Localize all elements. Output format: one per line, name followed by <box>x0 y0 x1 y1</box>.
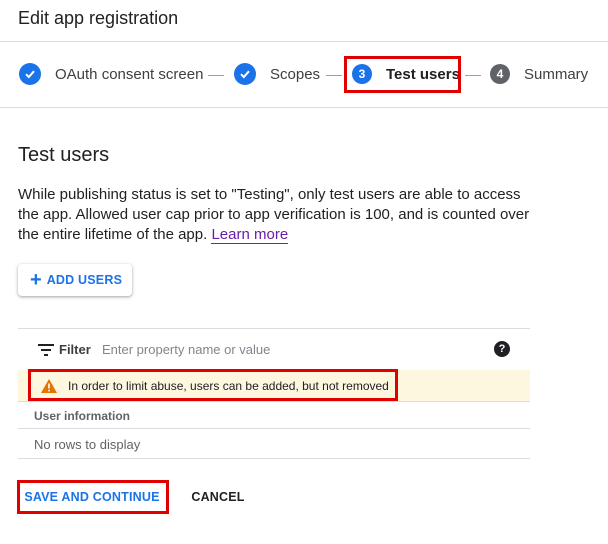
empty-message: No rows to display <box>34 437 141 452</box>
learn-more-link[interactable]: Learn more <box>211 226 289 244</box>
filter-input[interactable] <box>102 339 482 359</box>
stepper: OAuth consent screen Scopes 3 Test users… <box>0 43 608 108</box>
step-divider <box>208 75 224 76</box>
highlight-box <box>344 56 461 93</box>
filter-label: Filter <box>59 342 91 357</box>
table-column-header[interactable]: User information <box>18 401 530 429</box>
section-title: Test users <box>18 144 110 166</box>
step-label: OAuth consent screen <box>55 65 204 83</box>
filter-bar: Filter ? <box>18 329 530 370</box>
step-oauth-consent-screen[interactable]: OAuth consent screen <box>19 62 203 86</box>
step-label: Scopes <box>270 65 321 83</box>
step-summary[interactable]: 4 Summary <box>490 62 588 86</box>
add-users-button[interactable]: + ADD USERS <box>18 264 132 296</box>
column-header-label: User information <box>34 409 131 423</box>
step-number: 4 <box>490 64 510 84</box>
check-circle-icon <box>234 63 256 85</box>
plus-icon: + <box>30 269 42 291</box>
highlight-box <box>17 480 169 514</box>
filter-icon[interactable] <box>38 344 54 356</box>
table-empty-row: No rows to display <box>18 429 530 459</box>
help-icon[interactable]: ? <box>494 341 510 357</box>
step-label: Summary <box>524 65 589 83</box>
test-users-table: Filter ? In order to limit abuse, users … <box>18 328 530 459</box>
highlight-box <box>28 369 398 401</box>
step-scopes[interactable]: Scopes <box>234 62 320 86</box>
step-divider <box>326 75 342 76</box>
page-header: Edit app registration <box>0 0 608 42</box>
section-description: While publishing status is set to "Testi… <box>18 185 543 245</box>
add-users-label: ADD USERS <box>46 273 123 287</box>
cancel-button[interactable]: CANCEL <box>183 485 253 509</box>
step-divider <box>465 75 481 76</box>
page-title: Edit app registration <box>18 8 179 28</box>
check-circle-icon <box>19 63 41 85</box>
